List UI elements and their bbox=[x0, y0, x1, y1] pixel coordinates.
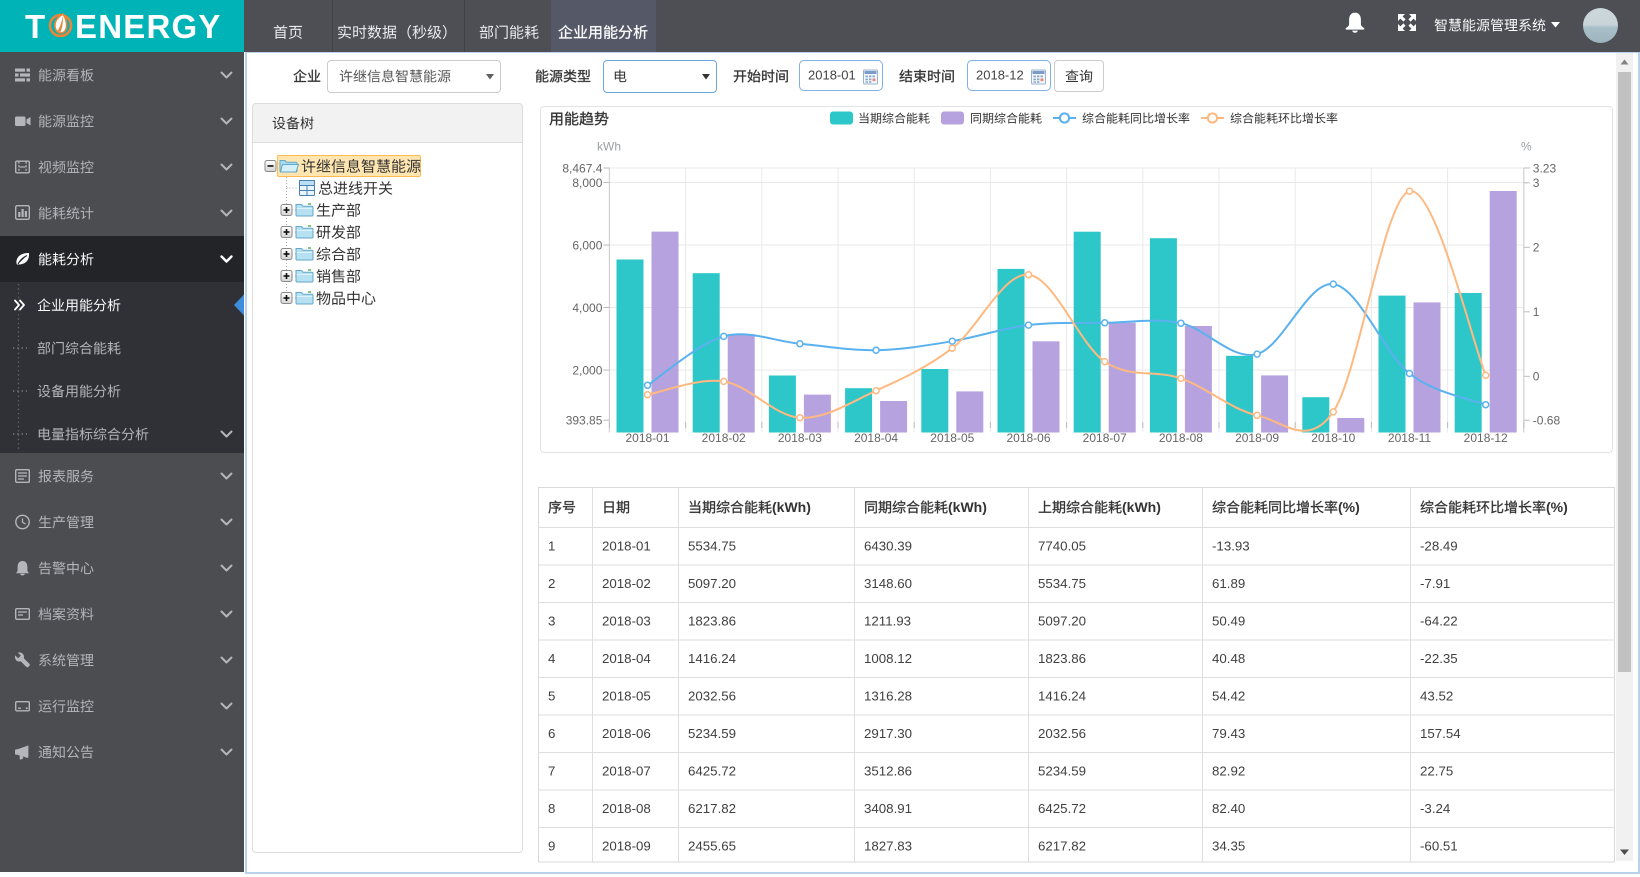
svg-text:7: 7 bbox=[548, 764, 555, 779]
svg-text:2018-12: 2018-12 bbox=[976, 68, 1024, 83]
svg-text:1008.12: 1008.12 bbox=[864, 651, 912, 666]
svg-text:1316.28: 1316.28 bbox=[864, 689, 912, 704]
svg-text:2018-04: 2018-04 bbox=[854, 431, 898, 445]
svg-text:5097.20: 5097.20 bbox=[688, 576, 736, 591]
svg-text:1827.83: 1827.83 bbox=[864, 839, 912, 854]
svg-text:(%): (%) bbox=[1338, 499, 1360, 515]
svg-text:2018-08: 2018-08 bbox=[602, 801, 651, 816]
svg-text:-0.68: -0.68 bbox=[1533, 414, 1561, 428]
svg-text:2032.56: 2032.56 bbox=[1038, 726, 1086, 741]
svg-text:3: 3 bbox=[1533, 176, 1540, 190]
svg-text:1211.93: 1211.93 bbox=[864, 614, 911, 629]
svg-text:2018-01: 2018-01 bbox=[602, 539, 651, 554]
svg-text:50.49: 50.49 bbox=[1212, 614, 1245, 629]
svg-text:22.75: 22.75 bbox=[1420, 764, 1453, 779]
svg-text:2: 2 bbox=[548, 576, 555, 591]
svg-text:2018-07: 2018-07 bbox=[602, 764, 651, 779]
svg-text:9: 9 bbox=[548, 839, 555, 854]
svg-text:4,000: 4,000 bbox=[572, 301, 602, 315]
svg-text:2018-11: 2018-11 bbox=[1388, 431, 1431, 445]
svg-text:3.23: 3.23 bbox=[1533, 161, 1557, 175]
svg-text:2917.30: 2917.30 bbox=[864, 726, 912, 741]
svg-text:5534.75: 5534.75 bbox=[1038, 576, 1086, 591]
svg-text:43.52: 43.52 bbox=[1420, 689, 1453, 704]
svg-text:157.54: 157.54 bbox=[1420, 726, 1461, 741]
svg-text:6430.39: 6430.39 bbox=[864, 539, 912, 554]
svg-text:3: 3 bbox=[548, 614, 555, 629]
svg-text:2,000: 2,000 bbox=[572, 363, 602, 377]
svg-text:2018-10: 2018-10 bbox=[1311, 431, 1355, 445]
svg-text:8,000: 8,000 bbox=[572, 176, 602, 190]
svg-text:2018-02: 2018-02 bbox=[702, 431, 746, 445]
svg-text:6425.72: 6425.72 bbox=[1038, 801, 1086, 816]
svg-text:ENERGY: ENERGY bbox=[75, 8, 222, 45]
svg-text:2018-05: 2018-05 bbox=[602, 689, 651, 704]
svg-text:1: 1 bbox=[1533, 305, 1540, 319]
svg-text:2018-01: 2018-01 bbox=[625, 431, 669, 445]
svg-text:8,467.4: 8,467.4 bbox=[562, 161, 602, 175]
svg-text:6217.82: 6217.82 bbox=[688, 801, 736, 816]
svg-text:54.42: 54.42 bbox=[1212, 689, 1245, 704]
svg-text:6: 6 bbox=[548, 726, 555, 741]
svg-text:40.48: 40.48 bbox=[1212, 651, 1245, 666]
svg-text:6,000: 6,000 bbox=[572, 238, 602, 252]
svg-text:2018-02: 2018-02 bbox=[602, 576, 651, 591]
svg-text:2018-09: 2018-09 bbox=[1235, 431, 1279, 445]
svg-text:2018-12: 2018-12 bbox=[1464, 431, 1508, 445]
svg-text:82.40: 82.40 bbox=[1212, 801, 1245, 816]
svg-text:1823.86: 1823.86 bbox=[1038, 651, 1086, 666]
svg-text:-22.35: -22.35 bbox=[1420, 651, 1458, 666]
svg-text:2018-08: 2018-08 bbox=[1159, 431, 1203, 445]
svg-text:2018-06: 2018-06 bbox=[1006, 431, 1050, 445]
svg-text:2018-05: 2018-05 bbox=[930, 431, 974, 445]
svg-text:2: 2 bbox=[1533, 241, 1540, 255]
svg-text:61.89: 61.89 bbox=[1212, 576, 1245, 591]
svg-text:2032.56: 2032.56 bbox=[688, 689, 736, 704]
svg-text:2018-03: 2018-03 bbox=[602, 614, 651, 629]
svg-text:-7.91: -7.91 bbox=[1420, 576, 1450, 591]
svg-text:4: 4 bbox=[548, 651, 555, 666]
svg-text:2018-06: 2018-06 bbox=[602, 726, 651, 741]
svg-text:393.85: 393.85 bbox=[566, 414, 603, 428]
svg-text:1416.24: 1416.24 bbox=[1038, 689, 1086, 704]
svg-text:5234.59: 5234.59 bbox=[688, 726, 736, 741]
svg-text:T: T bbox=[25, 8, 45, 45]
svg-text:3512.86: 3512.86 bbox=[864, 764, 912, 779]
svg-text:5234.59: 5234.59 bbox=[1038, 764, 1086, 779]
svg-text:kWh: kWh bbox=[597, 139, 621, 153]
svg-text:6217.82: 6217.82 bbox=[1038, 839, 1086, 854]
svg-text:(%): (%) bbox=[1546, 499, 1568, 515]
svg-text:(kWh): (kWh) bbox=[772, 499, 811, 515]
svg-text:3408.91: 3408.91 bbox=[864, 801, 912, 816]
svg-text:-60.51: -60.51 bbox=[1420, 839, 1458, 854]
svg-text:2018-01: 2018-01 bbox=[808, 68, 856, 83]
svg-text:2018-03: 2018-03 bbox=[778, 431, 822, 445]
svg-text:-3.24: -3.24 bbox=[1420, 801, 1450, 816]
svg-text:6425.72: 6425.72 bbox=[688, 764, 736, 779]
svg-text:0: 0 bbox=[1533, 370, 1540, 384]
svg-text:7740.05: 7740.05 bbox=[1038, 539, 1086, 554]
svg-text:1416.24: 1416.24 bbox=[688, 651, 736, 666]
svg-text:8: 8 bbox=[548, 801, 555, 816]
svg-text:(kWh): (kWh) bbox=[948, 499, 987, 515]
svg-text:2018-07: 2018-07 bbox=[1083, 431, 1127, 445]
svg-text:%: % bbox=[1521, 139, 1532, 153]
svg-text:5534.75: 5534.75 bbox=[688, 539, 736, 554]
svg-text:2018-04: 2018-04 bbox=[602, 651, 651, 666]
svg-text:(kWh): (kWh) bbox=[1122, 499, 1161, 515]
svg-text:1823.86: 1823.86 bbox=[688, 614, 736, 629]
svg-text:2455.65: 2455.65 bbox=[688, 839, 736, 854]
svg-text:82.92: 82.92 bbox=[1212, 764, 1245, 779]
svg-text:-64.22: -64.22 bbox=[1420, 614, 1458, 629]
svg-text:-13.93: -13.93 bbox=[1212, 539, 1250, 554]
svg-text:2018-09: 2018-09 bbox=[602, 839, 651, 854]
svg-text:79.43: 79.43 bbox=[1212, 726, 1245, 741]
svg-text:3148.60: 3148.60 bbox=[864, 576, 912, 591]
svg-text:5097.20: 5097.20 bbox=[1038, 614, 1086, 629]
svg-text:34.35: 34.35 bbox=[1212, 839, 1245, 854]
svg-text:1: 1 bbox=[548, 539, 555, 554]
svg-text:5: 5 bbox=[548, 689, 555, 704]
svg-text:-28.49: -28.49 bbox=[1420, 539, 1458, 554]
